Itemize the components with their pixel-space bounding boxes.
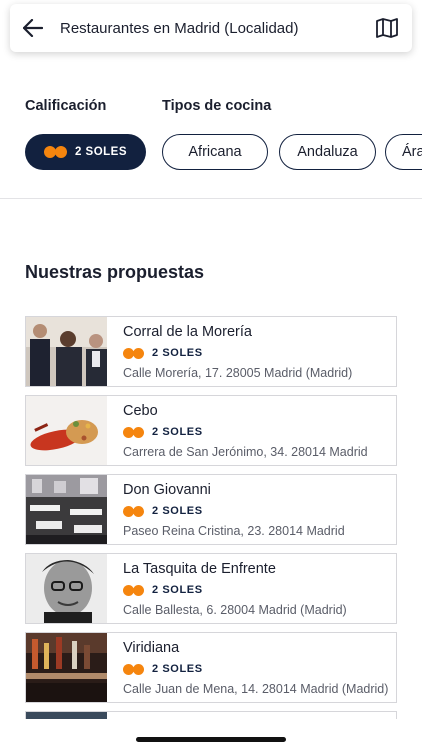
restaurant-rating: 2 SOLES — [123, 505, 203, 517]
cuisine-chip-label: Ára — [402, 144, 422, 160]
arrow-left-icon[interactable] — [22, 17, 44, 39]
home-indicator[interactable] — [136, 737, 286, 742]
suns-icon — [43, 146, 67, 158]
cuisine-chip-label: Andaluza — [297, 144, 358, 160]
cuisine-chip-label: Africana — [188, 144, 242, 160]
restaurant-card[interactable]: Cebo 2 SOLES Carrera de San Jerónimo, 34… — [25, 395, 397, 466]
restaurant-name: La Tasquita de Enfrente — [123, 561, 276, 577]
suns-icon — [123, 584, 144, 596]
restaurant-photo — [26, 633, 107, 702]
suns-icon — [123, 663, 144, 675]
restaurant-card[interactable]: Corral de la Morería 2 SOLES Calle Morer… — [25, 316, 397, 387]
restaurant-photo — [26, 396, 107, 465]
restaurant-rating: 2 SOLES — [123, 584, 203, 596]
restaurant-rating: 2 SOLES — [123, 663, 203, 675]
restaurant-card[interactable]: La Tasquita de Enfrente 2 SOLES Calle Ba… — [25, 553, 397, 624]
rating-label: 2 SOLES — [152, 347, 203, 359]
suns-icon — [123, 347, 144, 359]
restaurant-name: Viridiana — [123, 640, 180, 656]
rating-label: 2 SOLES — [152, 426, 203, 438]
rating-chip-label: 2 SOLES — [74, 146, 128, 158]
rating-label: 2 SOLES — [152, 584, 203, 596]
restaurant-address: Calle Morería, 17. 28005 Madrid (Madrid) — [123, 366, 353, 380]
cuisine-chip-africana[interactable]: Africana — [162, 134, 268, 170]
rating-label: 2 SOLES — [152, 505, 203, 517]
cuisine-chip-andaluza[interactable]: Andaluza — [279, 134, 376, 170]
rating-label: 2 SOLES — [152, 663, 203, 675]
restaurant-name: Cebo — [123, 403, 158, 419]
restaurant-name: Corral de la Morería — [123, 324, 252, 340]
suns-icon — [123, 426, 144, 438]
restaurant-card-partial[interactable] — [25, 711, 397, 719]
filter-chips: 2 SOLES Africana Andaluza Ára — [25, 134, 422, 170]
divider — [0, 198, 422, 199]
restaurant-address: Calle Juan de Mena, 14. 28014 Madrid (Ma… — [123, 682, 389, 696]
map-icon[interactable] — [374, 15, 400, 41]
rating-chip-selected[interactable]: 2 SOLES — [25, 134, 146, 170]
cuisine-filter-label: Tipos de cocina — [162, 98, 272, 114]
restaurant-list[interactable]: Corral de la Morería 2 SOLES Calle Morer… — [25, 316, 397, 719]
restaurant-photo — [26, 317, 107, 386]
rating-filter-label: Calificación — [25, 98, 107, 114]
restaurant-rating: 2 SOLES — [123, 426, 203, 438]
filters-header: Calificación Tipos de cocina — [25, 98, 422, 118]
search-title[interactable]: Restaurantes en Madrid (Localidad) — [60, 20, 374, 37]
suns-icon — [123, 505, 144, 517]
restaurant-card[interactable]: Don Giovanni 2 SOLES Paseo Reina Cristin… — [25, 474, 397, 545]
restaurant-photo — [26, 712, 107, 719]
restaurant-photo — [26, 554, 107, 623]
search-bar[interactable]: Restaurantes en Madrid (Localidad) — [10, 4, 412, 52]
restaurant-address: Paseo Reina Cristina, 23. 28014 Madrid — [123, 524, 345, 538]
restaurant-card[interactable]: Viridiana 2 SOLES Calle Juan de Mena, 14… — [25, 632, 397, 703]
restaurant-address: Calle Ballesta, 6. 28004 Madrid (Madrid) — [123, 603, 347, 617]
restaurant-rating: 2 SOLES — [123, 347, 203, 359]
restaurant-photo — [26, 475, 107, 544]
restaurant-name: Don Giovanni — [123, 482, 211, 498]
restaurant-address: Carrera de San Jerónimo, 34. 28014 Madri… — [123, 445, 368, 459]
cuisine-chip-arabe[interactable]: Ára — [385, 134, 422, 170]
section-title: Nuestras propuestas — [25, 262, 205, 282]
